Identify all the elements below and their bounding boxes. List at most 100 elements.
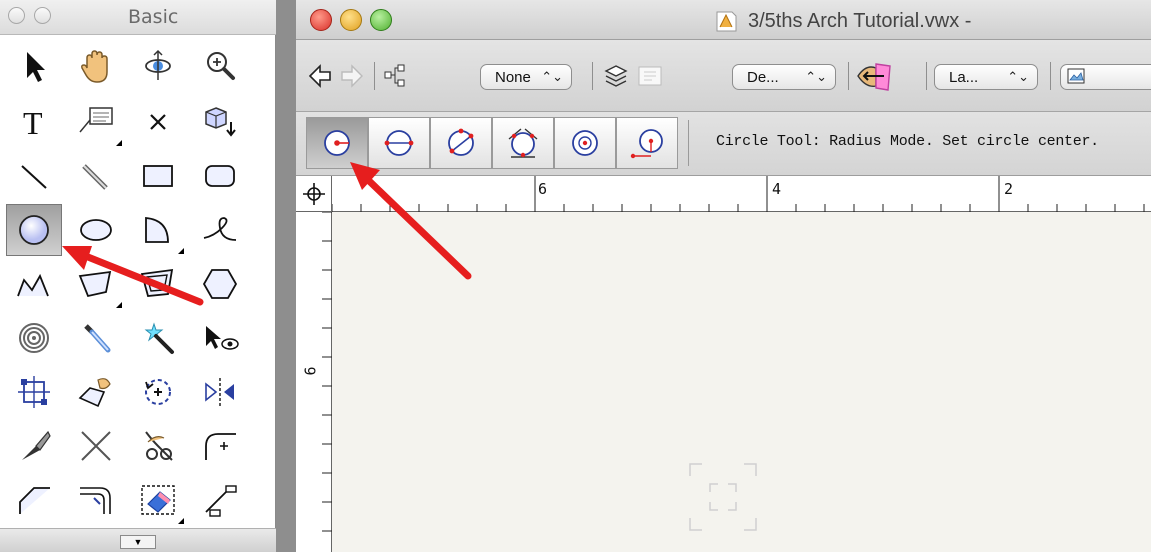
text-icon: T (23, 105, 43, 141)
polygon-tool[interactable] (68, 258, 124, 310)
visibility-tool[interactable] (192, 312, 248, 364)
eraser-tool[interactable] (130, 474, 186, 526)
flyover-tool[interactable] (130, 40, 186, 92)
diameter-mode-button[interactable] (368, 117, 430, 169)
design-layer-value: De... (747, 68, 779, 86)
zoom-tool[interactable] (192, 40, 248, 92)
polyline-tool[interactable] (6, 258, 62, 310)
active-class-value: None (495, 68, 531, 86)
forward-arrow-icon[interactable] (338, 62, 366, 90)
center-mode-icon (572, 130, 598, 156)
palette-collapse-button[interactable] (34, 7, 51, 24)
saved-views-popup[interactable] (1060, 64, 1151, 90)
fillet-tool[interactable] (192, 420, 248, 472)
design-layer-popup[interactable]: De... ⌃⌄ (732, 64, 836, 90)
polygon-icon (78, 270, 112, 298)
palette-title: Basic (128, 6, 179, 28)
selection-tool[interactable] (6, 40, 62, 92)
palette-expand-button[interactable]: ▼ (120, 535, 156, 549)
minimize-window-button[interactable] (340, 9, 362, 31)
saved-view-icon (1067, 68, 1085, 84)
double-line-icon (82, 164, 108, 190)
spiral-tool[interactable] (6, 312, 62, 364)
toolbar-separator (592, 62, 593, 90)
palette-titlebar[interactable]: Basic (0, 0, 276, 35)
tangent-mode-button[interactable] (492, 117, 554, 169)
freehand-icon (203, 217, 237, 241)
class-hierarchy-icon[interactable] (382, 62, 410, 90)
active-class-popup[interactable]: None ⌃⌄ (480, 64, 572, 90)
point-on-circle-mode-button[interactable] (616, 117, 678, 169)
view-eye-icon[interactable] (854, 58, 894, 94)
double-line-polygon-tool[interactable] (130, 258, 186, 310)
view-bar: None ⌃⌄ De... ⌃⌄ La... ⌃⌄ (296, 40, 1151, 112)
pan-tool[interactable] (68, 40, 124, 92)
mirror-tool[interactable] (192, 366, 248, 418)
freehand-tool[interactable] (192, 204, 248, 256)
eyedropper-icon (84, 324, 111, 353)
mode-bar: Circle Tool: Radius Mode. Set circle cen… (296, 112, 1151, 176)
ruler-label: 6 (301, 366, 320, 376)
view-center-marker (689, 463, 757, 531)
locus-tool[interactable] (130, 96, 186, 148)
trim-tool[interactable] (68, 420, 124, 472)
three-point-mode-button[interactable] (430, 117, 492, 169)
close-window-button[interactable] (310, 9, 332, 31)
offset-tool[interactable] (68, 474, 124, 526)
mode-bar-separator (688, 120, 689, 166)
tool-status-message: Circle Tool: Radius Mode. Set circle cen… (716, 133, 1099, 150)
wand-tool[interactable] (130, 312, 186, 364)
vertical-ruler[interactable]: 6 (296, 212, 332, 552)
document-titlebar[interactable]: 3/5ths Arch Tutorial.vwx - (296, 0, 1151, 40)
rectangle-tool[interactable] (130, 150, 186, 202)
palette-close-button[interactable] (8, 7, 25, 24)
oval-tool[interactable] (68, 204, 124, 256)
layer-popup[interactable]: La... ⌃⌄ (934, 64, 1038, 90)
line-tool[interactable] (6, 150, 62, 202)
radius-mode-button[interactable] (306, 117, 368, 169)
knife-icon (22, 430, 51, 460)
center-mode-button[interactable] (554, 117, 616, 169)
polyline-icon (17, 273, 49, 297)
svg-text:T: T (23, 105, 43, 141)
crosshair-icon (303, 183, 325, 205)
eyedropper-tool[interactable] (68, 312, 124, 364)
popup-arrows-icon: ⌃⌄ (805, 69, 827, 84)
double-line-tool[interactable] (68, 150, 124, 202)
callout-tool[interactable] (68, 96, 124, 148)
flyover-icon (145, 49, 171, 80)
layers-icon[interactable] (602, 62, 630, 90)
toolbar-separator (926, 62, 927, 90)
connect-tool[interactable] (192, 474, 248, 526)
locus-x-icon (150, 114, 166, 130)
regular-polygon-tool[interactable] (192, 258, 248, 310)
attribute-mapping-tool[interactable] (68, 366, 124, 418)
rounded-rectangle-tool[interactable] (192, 150, 248, 202)
reshape-icon (18, 376, 50, 408)
sheet-layer-icon[interactable] (636, 62, 664, 90)
text-tool[interactable]: T (6, 96, 62, 148)
rounded-rectangle-icon (205, 165, 235, 187)
popup-arrows-icon: ⌃⌄ (1007, 69, 1029, 84)
zoom-window-button[interactable] (370, 9, 392, 31)
circle-tool[interactable] (6, 204, 62, 256)
chamfer-icon (19, 487, 50, 514)
arc-tool[interactable] (130, 204, 186, 256)
toolbar-separator (374, 62, 375, 90)
horizontal-ruler[interactable]: 6 4 2 (332, 176, 1151, 212)
back-arrow-icon[interactable] (306, 62, 334, 90)
reshape-tool[interactable] (6, 366, 62, 418)
magnifier-icon (207, 52, 235, 80)
eraser-icon (141, 485, 175, 515)
mirror-icon (205, 378, 234, 406)
offset-icon (80, 487, 111, 514)
chamfer-tool[interactable] (6, 474, 62, 526)
rotate-tool[interactable] (130, 366, 186, 418)
clip-tool[interactable] (130, 420, 186, 472)
hand-icon (81, 50, 108, 83)
symbol-insertion-tool[interactable] (192, 96, 248, 148)
split-tool[interactable] (6, 420, 62, 472)
drawing-area[interactable] (332, 212, 1151, 552)
toolbar-separator (848, 62, 849, 90)
ruler-origin[interactable] (296, 176, 332, 212)
